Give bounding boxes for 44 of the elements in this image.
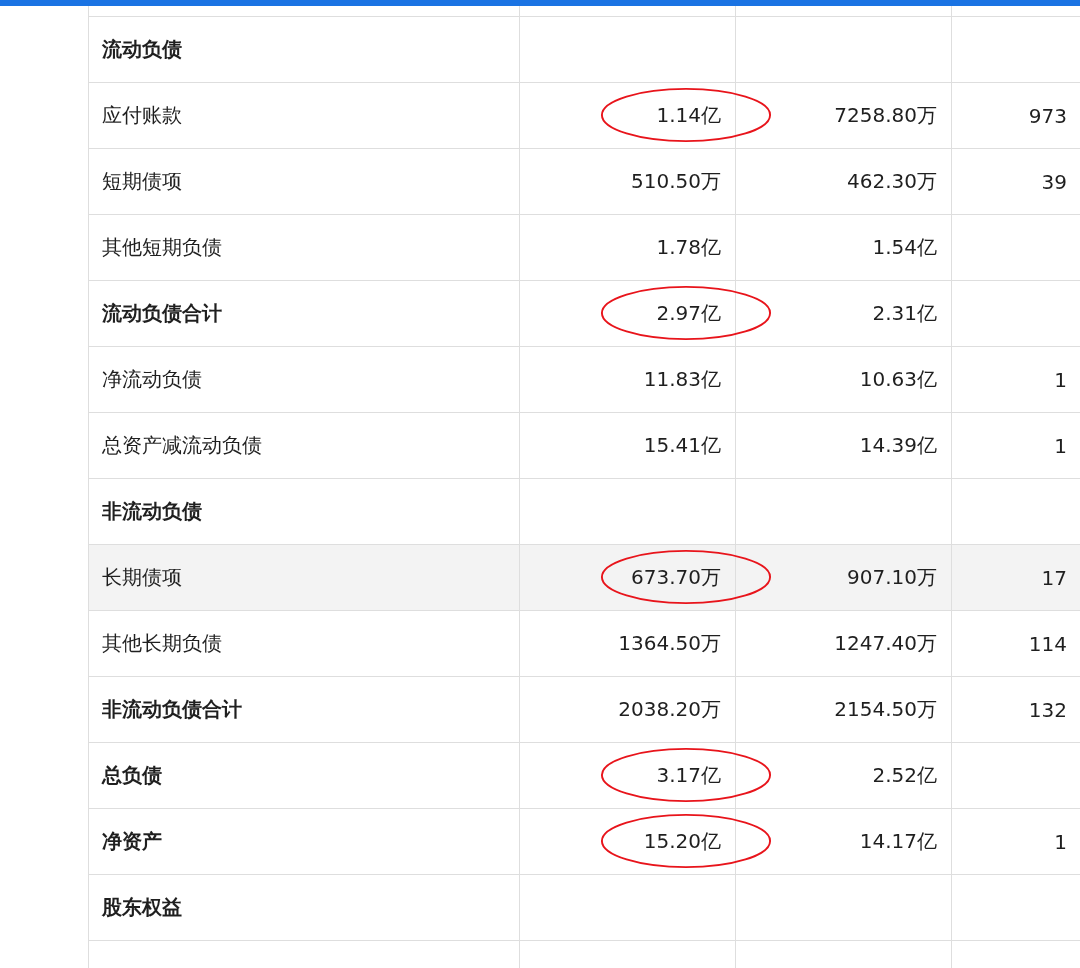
row-label: 非流动负债	[102, 498, 202, 525]
table-cell: 39	[1041, 169, 1067, 194]
row-label: 流动负债合计	[102, 300, 222, 327]
row-label: 净流动负债	[102, 366, 202, 393]
row-label: 其他短期负债	[102, 234, 222, 261]
row-label: 总负债	[102, 762, 162, 789]
table-cell: 15.20亿	[643, 828, 721, 855]
table-cell: 1.54亿	[872, 234, 937, 261]
table-cell: 2.31亿	[872, 300, 937, 327]
table-cell: 1.14亿	[656, 102, 721, 129]
table-cell: 973	[1028, 103, 1067, 128]
table-cell: 1.78亿	[656, 234, 721, 261]
table-cell: 15.41亿	[643, 432, 721, 459]
row-label: 流动负债	[102, 36, 182, 63]
row-label: 总资产减流动负债	[102, 432, 262, 459]
table-cell: 673.70万	[631, 564, 721, 591]
table-cell: 1	[1054, 829, 1067, 854]
row-label: 短期债项	[102, 168, 182, 195]
table-cell: 2038.20万	[618, 696, 721, 723]
row-label: 其他长期负债	[102, 630, 222, 657]
table-cell: 2154.50万	[834, 696, 937, 723]
table-cell: 2.97亿	[656, 300, 721, 327]
table-cell: 10.63亿	[859, 366, 937, 393]
table-cell: 114	[1028, 631, 1067, 656]
table-cell: 1247.40万	[834, 630, 937, 657]
table-cell: 17	[1041, 565, 1067, 590]
table-cell: 14.39亿	[859, 432, 937, 459]
row-label: 非流动负债合计	[102, 696, 242, 723]
row-label: 长期债项	[102, 564, 182, 591]
table-cell: 462.30万	[847, 168, 937, 195]
table-cell: 510.50万	[631, 168, 721, 195]
row-label: 应付账款	[102, 102, 182, 129]
table-cell: 14.17亿	[859, 828, 937, 855]
table-cell: 1	[1054, 367, 1067, 392]
table-cell: 2.52亿	[872, 762, 937, 789]
table-cell: 11.83亿	[643, 366, 721, 393]
table-cell: 132	[1028, 697, 1067, 722]
table-cell: 7258.80万	[834, 102, 937, 129]
row-label: 股东权益	[102, 894, 182, 921]
table-cell: 3.17亿	[656, 762, 721, 789]
table-cell: 1	[1054, 433, 1067, 458]
table-cell: 907.10万	[847, 564, 937, 591]
row-label: 净资产	[102, 828, 162, 855]
table-cell: 1364.50万	[618, 630, 721, 657]
